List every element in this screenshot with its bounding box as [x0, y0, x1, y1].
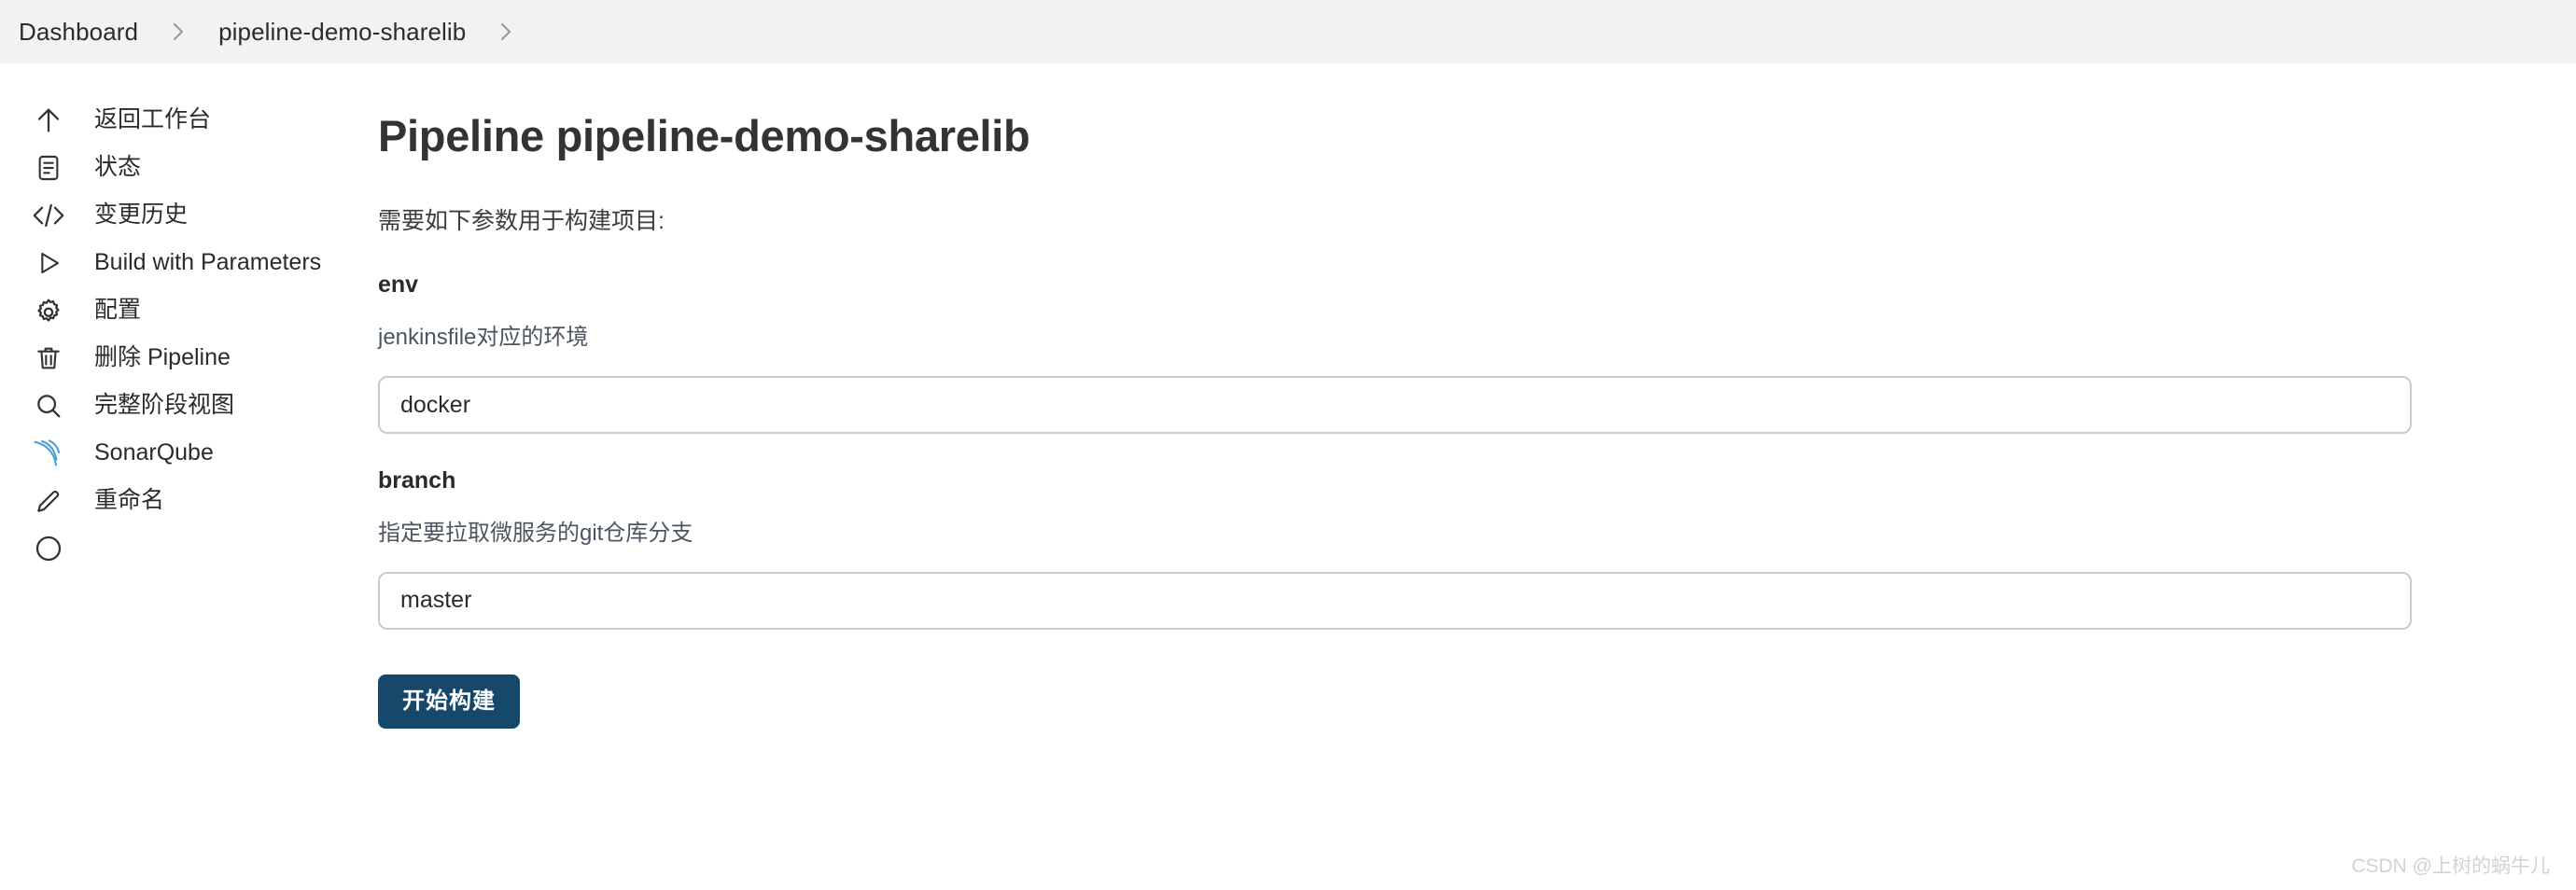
parameter-input-branch[interactable] [378, 571, 2412, 630]
sidebar-item-back-to-dashboard[interactable]: 返回工作台 [0, 96, 378, 144]
sidebar-item-label: 状态 [94, 154, 142, 180]
parameter-description: jenkinsfile对应的环境 [378, 324, 589, 350]
parameter-input-env[interactable] [378, 376, 2412, 435]
breadcrumb: Dashboard pipeline-demo-sharelib [7, 0, 535, 63]
sidebar-item-label: 重命名 [94, 487, 165, 513]
play-triangle-icon [28, 243, 69, 284]
sidebar-item-label: 完整阶段视图 [94, 392, 235, 418]
breadcrumb-item-dashboard[interactable]: Dashboard [7, 0, 149, 63]
parameter-block-env: env jenkinsfile对应的环境 [378, 270, 2576, 435]
chevron-right-icon-2[interactable] [477, 19, 535, 45]
start-build-button[interactable]: 开始构建 [378, 674, 520, 729]
circle-icon [28, 528, 69, 569]
sidebar-item-rename[interactable]: 重命名 [0, 477, 378, 524]
sidebar-item-label: 返回工作台 [94, 106, 212, 132]
sidebar-item-full-stage-view[interactable]: 完整阶段视图 [0, 382, 378, 429]
code-brackets-icon [28, 195, 69, 236]
sidebar-item-partial-bottom[interactable] [0, 524, 378, 572]
form-intro-text: 需要如下参数用于构建项目: [378, 208, 665, 235]
sidebar-item-label: 变更历史 [94, 202, 189, 228]
sidebar-item-label: Build with Parameters [94, 249, 322, 275]
page-title: Pipeline pipeline-demo-sharelib [378, 111, 1030, 160]
pencil-icon [28, 480, 69, 521]
sidebar-item-label: 配置 [94, 297, 142, 323]
gear-icon [28, 290, 69, 331]
sidebar-item-sonarqube[interactable]: SonarQube [0, 429, 378, 477]
breadcrumb-item-pipeline[interactable]: pipeline-demo-sharelib [207, 0, 477, 63]
trash-icon [28, 338, 69, 379]
csdn-watermark: CSDN @上树的蜗牛儿 [2351, 855, 2550, 877]
page-body: 返回工作台 状态 变更历史 Build with Parameters 配置 删… [0, 63, 2576, 890]
sonarqube-icon [28, 433, 69, 474]
sidebar-item-status[interactable]: 状态 [0, 144, 378, 191]
sidebar-item-delete-pipeline[interactable]: 删除 Pipeline [0, 334, 378, 382]
sidebar-item-label: 删除 Pipeline [94, 344, 231, 370]
header-bar: Dashboard pipeline-demo-sharelib [0, 0, 2576, 63]
sidebar-item-change-history[interactable]: 变更历史 [0, 191, 378, 239]
parameter-description: 指定要拉取微服务的git仓库分支 [378, 520, 693, 546]
parameter-block-branch: branch 指定要拉取微服务的git仓库分支 [378, 466, 2576, 630]
document-icon [28, 147, 69, 188]
sidebar-item-build-with-parameters[interactable]: Build with Parameters [0, 239, 378, 286]
parameter-name: env [378, 271, 419, 299]
sidebar: 返回工作台 状态 变更历史 Build with Parameters 配置 删… [0, 63, 378, 890]
arrow-up-icon [28, 100, 69, 141]
parameter-name: branch [378, 467, 456, 494]
search-icon [28, 385, 69, 426]
main-content: Pipeline pipeline-demo-sharelib 需要如下参数用于… [378, 63, 2576, 890]
sidebar-item-configure[interactable]: 配置 [0, 286, 378, 334]
chevron-right-icon [149, 19, 207, 45]
sidebar-item-label: SonarQube [94, 439, 214, 466]
